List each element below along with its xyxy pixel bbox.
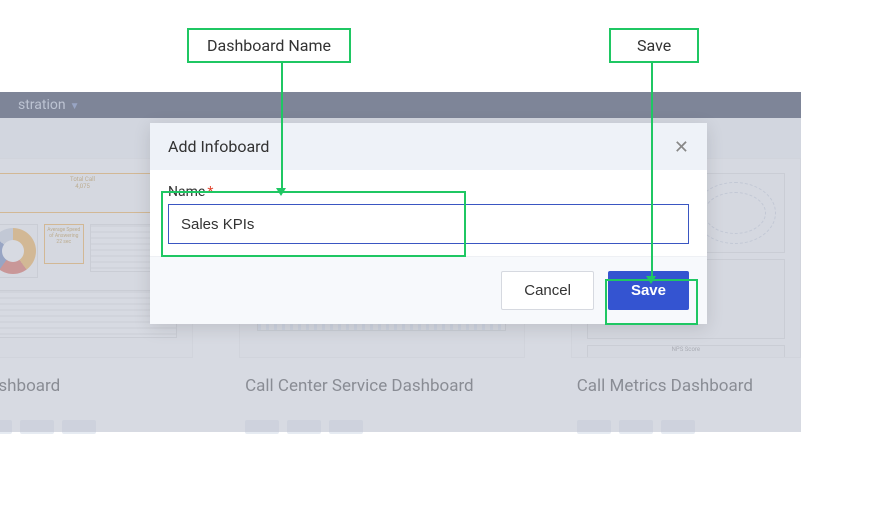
card-action-pill[interactable] <box>619 420 653 434</box>
top-nav: stration▼ <box>0 92 801 118</box>
dashboard-card-title: Dashboard <box>0 376 193 396</box>
card-action-pill[interactable] <box>0 420 12 434</box>
cancel-button[interactable]: Cancel <box>501 271 594 310</box>
card-actions <box>571 420 801 434</box>
modal-title: Add Infoboard <box>168 137 269 156</box>
modal-header: Add Infoboard ✕ <box>150 123 707 170</box>
callout-dashboard-name: Dashboard Name <box>187 28 351 63</box>
callout-arrowhead-name <box>276 188 286 196</box>
name-input[interactable] <box>168 204 689 244</box>
dashboard-card-title: Call Metrics Dashboard <box>571 376 801 396</box>
add-infoboard-modal: Add Infoboard ✕ Name* Cancel Save <box>150 123 707 324</box>
callout-arrow-name <box>281 60 283 189</box>
card-action-pill[interactable] <box>245 420 279 434</box>
card-actions <box>239 420 525 434</box>
name-field-label: Name* <box>168 184 689 200</box>
nav-item-truncated[interactable]: stration▼ <box>18 97 80 113</box>
modal-footer: Cancel Save <box>150 256 707 324</box>
card-action-pill[interactable] <box>577 420 611 434</box>
card-action-pill[interactable] <box>329 420 363 434</box>
card-action-pill[interactable] <box>20 420 54 434</box>
card-action-pill[interactable] <box>62 420 96 434</box>
callout-save: Save <box>609 28 699 63</box>
card-actions <box>0 420 193 434</box>
callout-arrow-save <box>651 60 653 278</box>
callout-arrowhead-save <box>646 276 656 284</box>
dashboard-card-title: Call Center Service Dashboard <box>239 376 525 396</box>
card-action-pill[interactable] <box>287 420 321 434</box>
card-action-pill[interactable] <box>661 420 695 434</box>
chevron-down-icon: ▼ <box>70 101 80 112</box>
close-icon[interactable]: ✕ <box>674 138 689 156</box>
modal-body: Name* <box>150 170 707 256</box>
